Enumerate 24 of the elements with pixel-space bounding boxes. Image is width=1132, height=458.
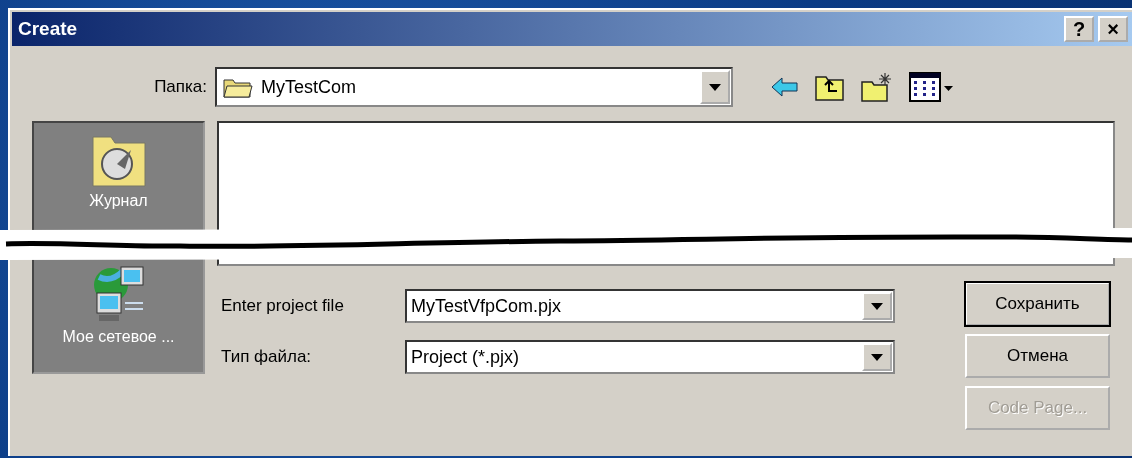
dialog-button[interactable]: Отмена: [965, 334, 1110, 378]
folder-combo[interactable]: MyTestCom: [215, 67, 733, 107]
caret-icon: [871, 353, 883, 361]
dropdown-button[interactable]: [862, 292, 892, 320]
place-label[interactable]: Мое сетевое ...: [62, 325, 175, 349]
new-folder-icon[interactable]: [861, 72, 893, 102]
file-name-combo[interactable]: MyTestVfpCom.pjx: [405, 289, 895, 323]
file-name-label: Enter project file: [220, 295, 345, 318]
back-arrow-icon[interactable]: [771, 77, 799, 97]
caret-icon: [709, 83, 721, 91]
file-type-label: Тип файла:: [220, 346, 313, 369]
caret-icon: [871, 302, 883, 310]
place-label[interactable]: Журнал: [89, 189, 148, 213]
help-button[interactable]: ?: [1064, 16, 1094, 42]
dropdown-button[interactable]: [700, 70, 730, 104]
file-type-combo[interactable]: Project (*.pjx): [405, 340, 895, 374]
folder-icon: [223, 76, 253, 98]
dialog-button[interactable]: Сохранить: [965, 282, 1110, 326]
close-button[interactable]: ×: [1098, 16, 1128, 42]
window-title: Create: [18, 16, 79, 41]
folder-label: Папка:: [153, 76, 207, 99]
view-menu-icon[interactable]: [909, 72, 953, 102]
dropdown-button[interactable]: [862, 343, 892, 371]
up-folder-icon[interactable]: [815, 73, 845, 101]
